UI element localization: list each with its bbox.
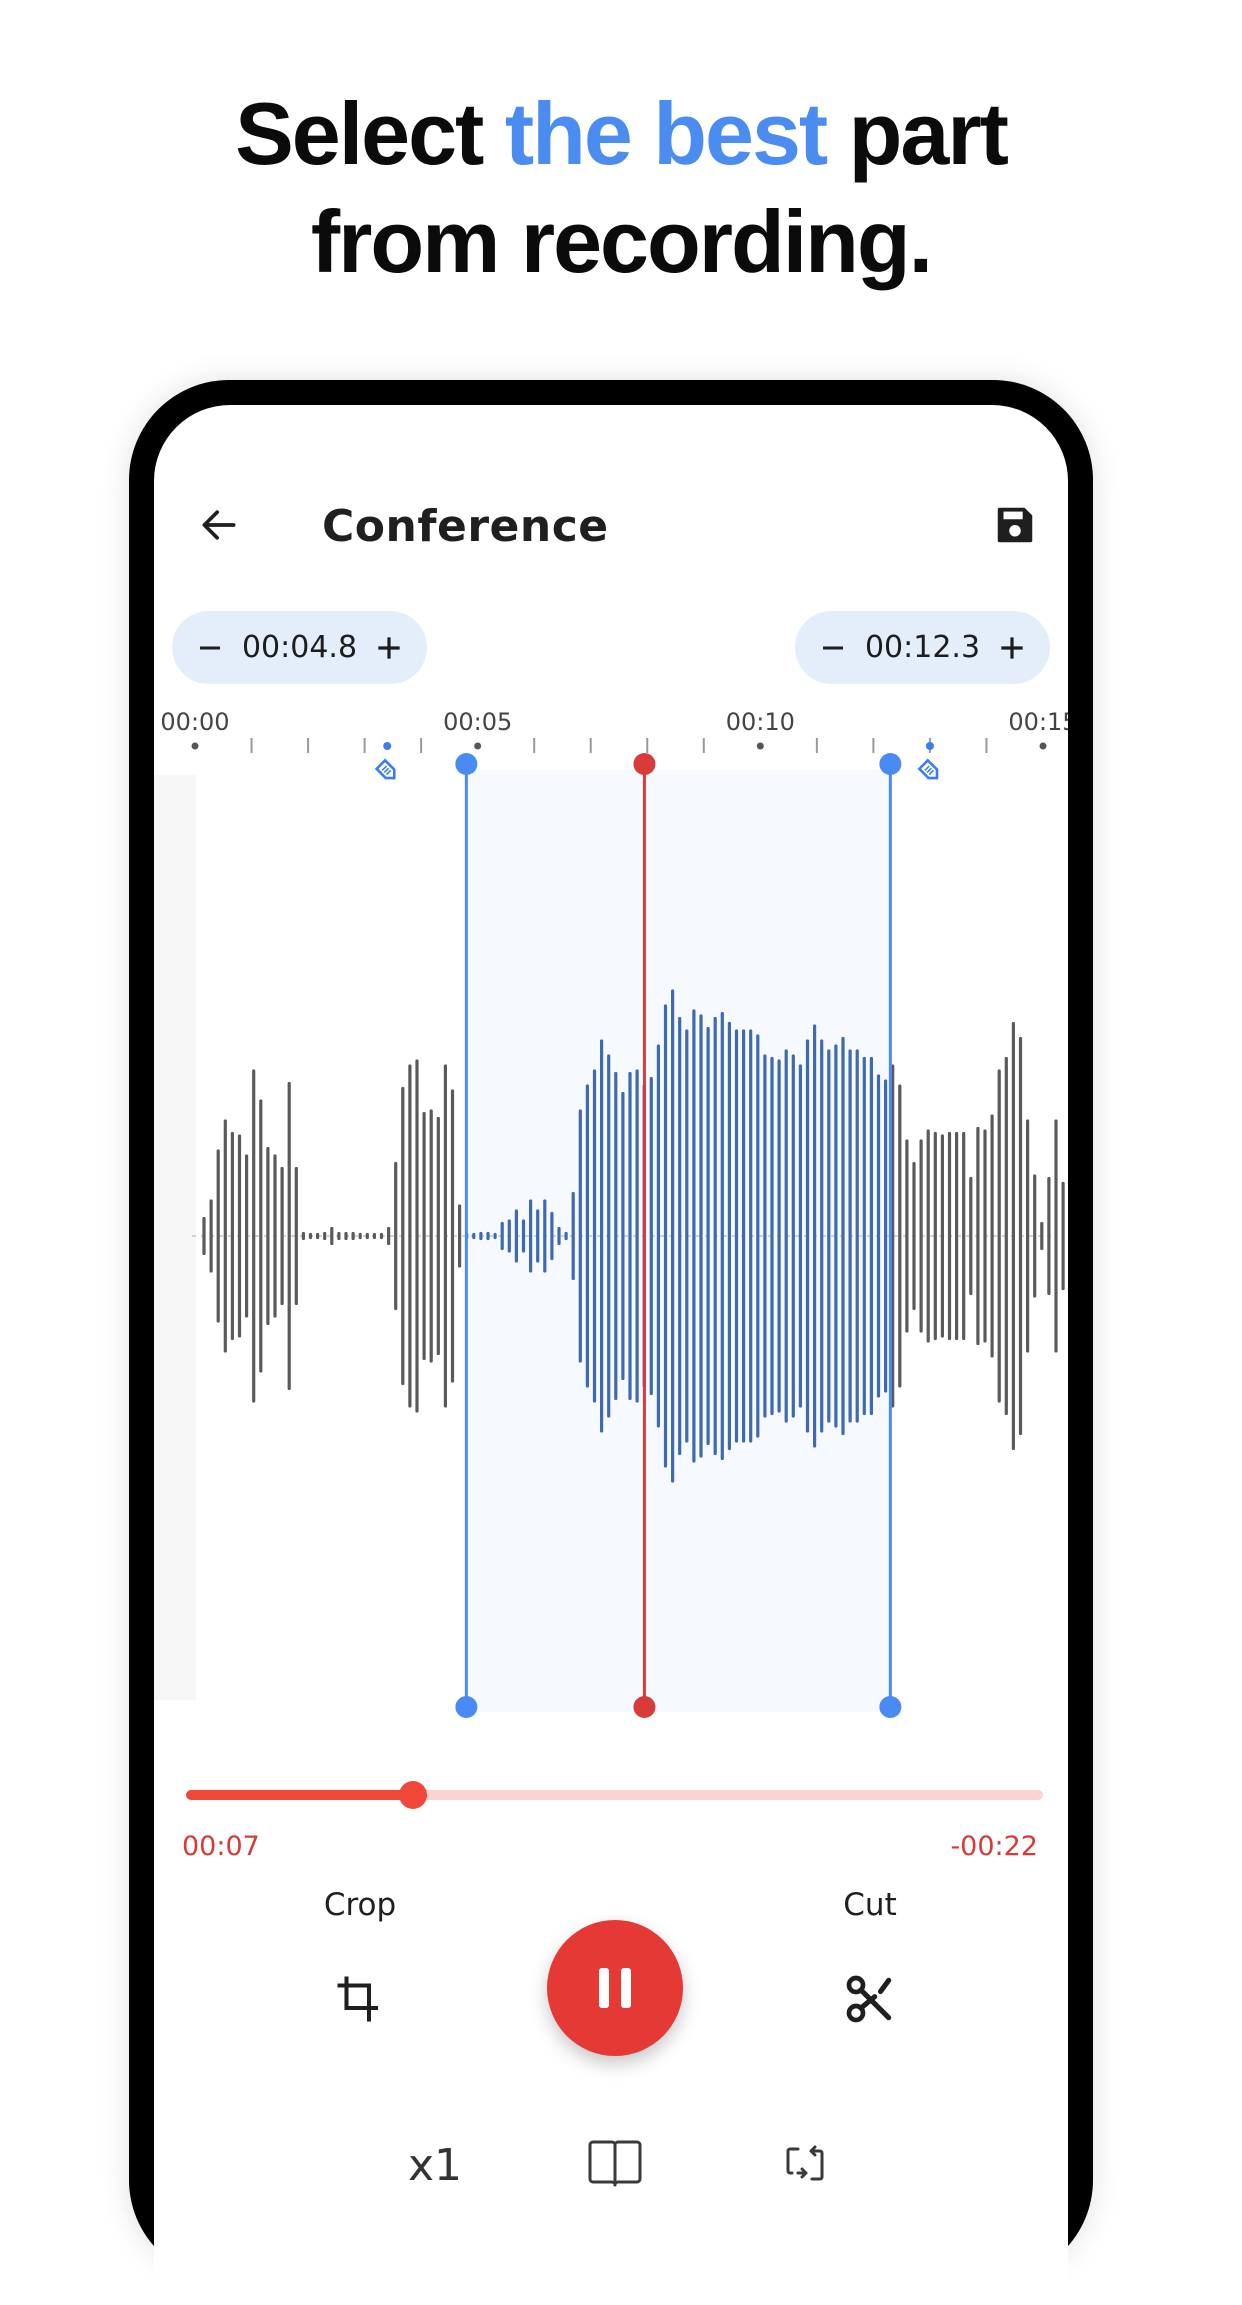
remaining-time: -00:22	[950, 1831, 1038, 1862]
selection-end-handle-top-knob[interactable]	[879, 753, 902, 775]
crop-button[interactable]	[324, 1963, 396, 2035]
elapsed-time: 00:07	[182, 1831, 260, 1862]
book-open-icon	[588, 2140, 642, 2187]
selection-end-handle-bottom-knob[interactable]	[879, 1696, 902, 1718]
headline: Select the best part from recording.	[0, 80, 1242, 296]
headline-text: part	[826, 84, 1009, 183]
ruler-major-dot	[756, 742, 764, 750]
cut-button[interactable]	[834, 1963, 906, 2035]
timeline-tick-label: 00:10	[725, 708, 795, 736]
timeline-tick-label: 00:00	[160, 708, 230, 736]
ruler-major-dot	[191, 742, 199, 750]
headline-text: Select	[235, 84, 505, 183]
headline-line-1: Select the best part	[0, 80, 1242, 188]
playback-speed-button[interactable]: x1	[408, 2140, 462, 2191]
repeat-icon	[786, 2145, 824, 2181]
ruler-major-dot	[474, 742, 482, 750]
timeline-tick-label: 00:05	[443, 708, 513, 736]
selection-start-handle-bottom-knob[interactable]	[455, 1696, 478, 1718]
playhead-bottom-knob[interactable]	[633, 1696, 656, 1718]
seek-thumb[interactable]	[399, 1781, 428, 1809]
playhead-top-knob[interactable]	[633, 753, 656, 775]
tag-icon[interactable]	[374, 758, 399, 782]
seek-bar[interactable]	[186, 1781, 1043, 1809]
selection-start-handle-top-knob[interactable]	[455, 753, 478, 775]
pause-button[interactable]	[547, 1920, 683, 2056]
tag-icon[interactable]	[917, 758, 941, 782]
timeline-tick-label: 00:15	[1008, 708, 1068, 736]
headline-accent-text: the best	[504, 84, 828, 183]
seek-progress	[186, 1790, 414, 1800]
crop-icon	[337, 1976, 378, 2022]
marker-dot	[925, 742, 934, 750]
headline-line-2: from recording.	[310, 192, 933, 291]
loop-button[interactable]	[770, 2129, 840, 2199]
crop-label: Crop	[323, 1887, 397, 1923]
app-screen: Conference 00:04.8 00:12.3 00:07 -00:22 …	[154, 405, 1068, 2305]
book-button[interactable]	[580, 2129, 650, 2199]
marker-dot	[383, 742, 392, 750]
scissors-icon	[846, 1975, 892, 2023]
pause-icon	[599, 1968, 631, 2008]
waveform[interactable]	[154, 405, 1068, 1805]
ruler-major-dot	[1039, 742, 1047, 750]
cut-label: Cut	[843, 1887, 897, 1923]
